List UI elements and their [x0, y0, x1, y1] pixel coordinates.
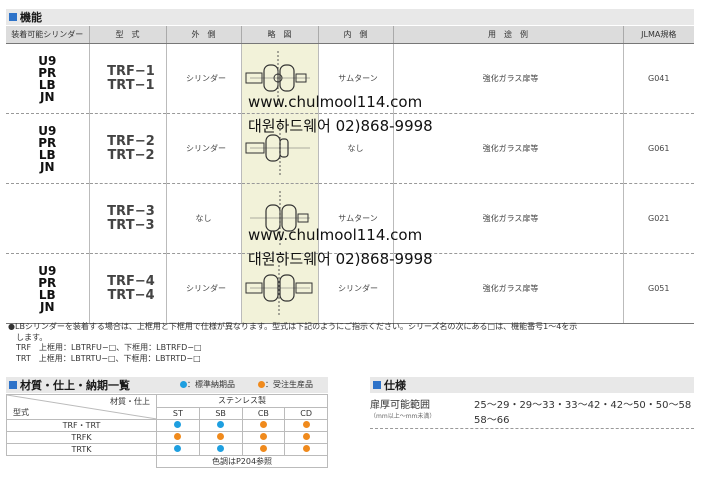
- material-table: 材質・仕上 型式 ステンレス製 ST SB CB CD TRF・TRT TRFK…: [6, 394, 328, 468]
- watermark-url: www.chulmool114.com: [248, 226, 423, 244]
- finish-header: CD: [284, 406, 328, 420]
- table-row: TRFK: [6, 431, 328, 444]
- section-header-spec: 仕様: [370, 377, 694, 393]
- model-cell: TRFK: [6, 431, 157, 444]
- blue-dot-icon: [217, 445, 225, 452]
- section-title: 材質・仕上・納期一覧: [20, 379, 130, 392]
- model-cell: TRF・TRT: [6, 419, 157, 432]
- outside-cell: なし: [166, 183, 242, 254]
- jlma-cell: G021: [623, 183, 694, 254]
- orange-dot-icon: [258, 381, 265, 388]
- model-cell: TRF−2 TRT−2: [89, 113, 167, 184]
- legend-order: ：受注生産品: [258, 379, 313, 390]
- section-title: 仕様: [384, 379, 406, 392]
- finish-header: SB: [198, 406, 243, 420]
- jlma-cell: G061: [623, 113, 694, 184]
- finish-header: ST: [156, 406, 200, 420]
- material-header: ステンレス製: [156, 394, 328, 408]
- table-row: TRF・TRT: [6, 419, 328, 432]
- orange-dot-icon: [217, 433, 225, 440]
- orange-dot-icon: [302, 433, 310, 440]
- orange-dot-icon: [259, 445, 267, 452]
- material-corner-cell: 材質・仕上 型式: [6, 394, 157, 420]
- jlma-cell: G051: [623, 253, 694, 324]
- mount-cell: U9 PR LB JN: [6, 43, 90, 114]
- finish-header: CB: [241, 406, 286, 420]
- spec-values: 25〜29・29〜33・33〜42・42〜50・50〜58: [474, 400, 692, 411]
- orange-dot-icon: [302, 421, 310, 428]
- spec-block: 扉厚可能範囲 （mm以上〜mm未満） 25〜29・29〜33・33〜42・42〜…: [370, 396, 694, 429]
- spec-sublabel: （mm以上〜mm未満）: [370, 413, 436, 420]
- model-cell: TRF−3 TRT−3: [89, 183, 167, 254]
- notes: ●LBシリンダーを装着する場合は、上框用と下框用で仕様が異なります。型式は下記の…: [8, 322, 578, 363]
- color-footnote: 色調はP204参照: [156, 455, 328, 468]
- outside-cell: シリンダー: [166, 113, 242, 184]
- blue-dot-icon: [217, 421, 225, 428]
- model-cell: TRF−1 TRT−1: [89, 43, 167, 114]
- spec-values: 58〜66: [474, 415, 510, 426]
- outside-cell: シリンダー: [166, 43, 242, 114]
- section-marker-icon: [9, 13, 17, 21]
- col-header-mount: 装着可能シリンダー: [6, 26, 90, 44]
- section-marker-icon: [9, 381, 17, 389]
- mount-cell: U9 PR LB JN: [6, 113, 90, 184]
- blue-dot-icon: [174, 445, 182, 452]
- section-title: 機能: [20, 11, 42, 24]
- col-header-inside: 内 側: [318, 26, 394, 44]
- usage-cell: 強化ガラス扉等: [393, 183, 624, 254]
- watermark-url: www.chulmool114.com: [248, 93, 423, 111]
- watermark-phone: 대원하드웨어 02)868-9998: [248, 117, 433, 135]
- jlma-cell: G041: [623, 43, 694, 114]
- col-header-diagram: 略 図: [241, 26, 319, 44]
- section-marker-icon: [373, 381, 381, 389]
- orange-dot-icon: [302, 445, 310, 452]
- table-row: TRTK: [6, 443, 328, 456]
- col-header-model: 型 式: [89, 26, 167, 44]
- blue-dot-icon: [180, 381, 187, 388]
- col-header-jlma: JLMA規格: [623, 26, 694, 44]
- mount-cell: U9 PR LB JN: [6, 253, 90, 324]
- section-header-function: 機能: [6, 9, 694, 25]
- blue-dot-icon: [174, 421, 182, 428]
- model-cell: TRTK: [6, 443, 157, 456]
- outside-cell: シリンダー: [166, 253, 242, 324]
- model-cell: TRF−4 TRT−4: [89, 253, 167, 324]
- function-table: 装着可能シリンダー 型 式 外 側 略 図 内 側 用 途 例 JLMA規格 U…: [6, 26, 694, 324]
- orange-dot-icon: [259, 433, 267, 440]
- usage-cell: 強化ガラス扉等: [393, 43, 624, 114]
- col-header-outside: 外 側: [166, 26, 242, 44]
- mount-cell: [6, 183, 90, 254]
- table-header-row: 装着可能シリンダー 型 式 外 側 略 図 内 側 用 途 例 JLMA規格: [6, 26, 694, 44]
- col-header-usage: 用 途 例: [393, 26, 624, 44]
- orange-dot-icon: [259, 421, 267, 428]
- watermark-phone: 대원하드웨어 02)868-9998: [248, 250, 433, 268]
- orange-dot-icon: [174, 433, 182, 440]
- spec-label: 扉厚可能範囲: [370, 400, 430, 411]
- legend-standard: ：標準納期品: [180, 379, 235, 390]
